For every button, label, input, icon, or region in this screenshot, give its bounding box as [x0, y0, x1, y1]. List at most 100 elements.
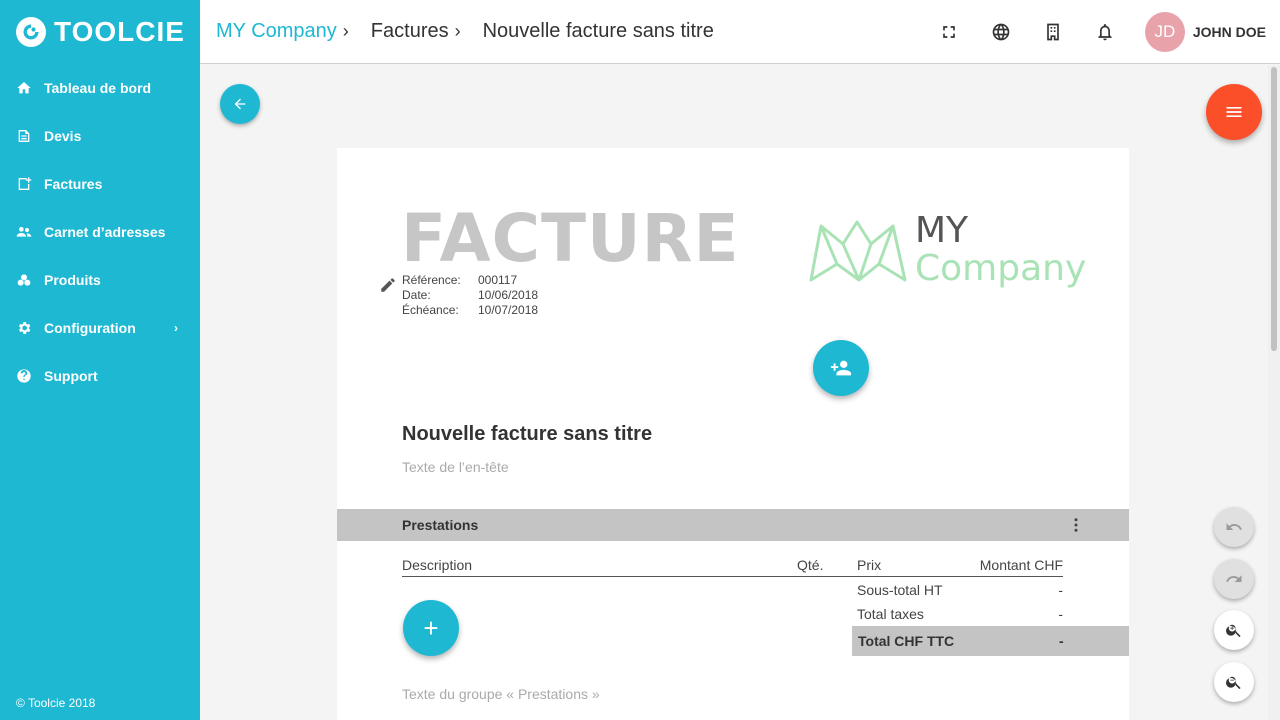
- breadcrumb-company[interactable]: MY Company ›: [216, 20, 349, 43]
- actions-menu-button[interactable]: [1206, 84, 1262, 140]
- sidebar-item-quotes[interactable]: Devis: [0, 112, 200, 160]
- section-title: Prestations: [402, 517, 479, 533]
- meta-label: Référence:: [402, 273, 461, 287]
- meta-label: Échéance:: [402, 303, 459, 317]
- zoom-in-icon: [1226, 624, 1241, 638]
- logo-text-line1: MY: [915, 210, 969, 251]
- meta-reference: Référence: 000117: [402, 273, 538, 288]
- fullscreen-icon: [943, 26, 955, 38]
- home-icon: [17, 82, 31, 94]
- company-logo[interactable]: MY Company: [807, 210, 1086, 290]
- contacts-icon: [16, 227, 32, 237]
- column-description: Description: [402, 557, 473, 573]
- logo-text-line2: Company: [915, 248, 1087, 289]
- meta-date: Date: 10/06/2018: [402, 288, 538, 303]
- header-text-input[interactable]: Texte de l’en-tête: [402, 459, 509, 475]
- group-text-input[interactable]: Texte du groupe « Prestations »: [402, 686, 600, 702]
- sidebar-item-label: Carnet d’adresses: [44, 224, 166, 240]
- redo-button[interactable]: [1214, 559, 1254, 599]
- sidebar-item-dashboard[interactable]: Tableau de bord: [0, 64, 200, 112]
- sidebar-item-label: Support: [44, 368, 98, 384]
- sidebar-item-label: Tableau de bord: [44, 80, 152, 96]
- chevron-right-icon: ›: [174, 321, 178, 335]
- sidebar-item-products[interactable]: Produits: [0, 256, 200, 304]
- undo-button[interactable]: [1214, 507, 1254, 547]
- quote-icon: [18, 130, 30, 142]
- total-row: Total CHF TTC -: [852, 626, 1129, 656]
- copyright: © Toolcie 2018: [16, 696, 96, 710]
- language-button[interactable]: [975, 0, 1027, 64]
- subtotal-row: Sous-total HT -: [857, 582, 1063, 598]
- section-options-button[interactable]: [1067, 516, 1085, 534]
- avatar: JD: [1144, 12, 1185, 52]
- total-value: -: [1059, 633, 1064, 649]
- sidebar-item-invoices[interactable]: Factures: [0, 160, 200, 208]
- plus-icon: +: [423, 612, 439, 643]
- sidebar-item-label: Factures: [44, 176, 103, 192]
- zoom-out-icon: [1226, 676, 1241, 690]
- back-button[interactable]: [220, 84, 260, 124]
- main-content: FACTURE Référence: 000117 Date: 10/06/20…: [200, 65, 1268, 720]
- invoice-title[interactable]: Nouvelle facture sans titre: [402, 423, 652, 446]
- breadcrumb-label: Factures: [370, 20, 449, 42]
- meta-value: 10/06/2018: [478, 288, 539, 302]
- breadcrumb-current: Nouvelle facture sans titre: [483, 20, 714, 43]
- redo-icon: [1226, 575, 1242, 582]
- add-client-button[interactable]: [813, 340, 869, 396]
- subtotal-value: -: [1058, 582, 1063, 598]
- meta-value: 000117: [478, 273, 518, 287]
- building-icon: [1047, 23, 1059, 41]
- sidebar-item-configuration[interactable]: Configuration ›: [0, 304, 200, 352]
- sidebar-item-support[interactable]: Support: [0, 352, 200, 400]
- breadcrumb-label: Nouvelle facture sans titre: [482, 20, 714, 42]
- section-header-prestations: Prestations: [337, 509, 1129, 541]
- breadcrumb-invoices[interactable]: Factures ›: [371, 20, 461, 43]
- globe-icon: [992, 23, 1010, 41]
- person-add-icon: [830, 360, 852, 376]
- sidebar-item-label: Devis: [44, 128, 82, 144]
- more-vert-icon: [1074, 518, 1078, 532]
- zoom-out-button[interactable]: [1214, 662, 1254, 702]
- meta-due-date: Échéance: 10/07/2018: [402, 303, 538, 318]
- sidebar-nav: Tableau de bord Devis Factures Carnet d’…: [0, 64, 200, 400]
- scrollbar-thumb[interactable]: [1271, 67, 1277, 351]
- gear-icon: [18, 322, 31, 334]
- subtotal-label: Sous-total HT: [857, 582, 943, 598]
- company-button[interactable]: [1027, 0, 1079, 64]
- notifications-button[interactable]: [1079, 0, 1131, 64]
- taxes-value: -: [1058, 606, 1063, 622]
- topbar-actions: JD JOHN DOE: [923, 0, 1280, 64]
- fullscreen-button[interactable]: [923, 0, 975, 64]
- brand[interactable]: TOOLCIE: [0, 0, 200, 64]
- breadcrumb-label: MY Company: [216, 20, 337, 42]
- invoice-document: FACTURE Référence: 000117 Date: 10/06/20…: [337, 148, 1129, 720]
- zoom-in-button[interactable]: [1214, 610, 1254, 650]
- invoice-heading: FACTURE: [401, 200, 740, 277]
- column-amount: Montant CHF: [979, 557, 1063, 573]
- brand-name: TOOLCIE: [54, 16, 185, 47]
- toolcie-logo-icon: [16, 17, 46, 47]
- arrow-left-icon: [234, 98, 246, 110]
- company-logo-mark-icon: [809, 220, 907, 282]
- column-price: Prix: [857, 557, 882, 573]
- menu-icon: [1226, 107, 1242, 117]
- topbar: MY Company › Factures › Nouvelle facture…: [200, 0, 1280, 64]
- chevron-right-icon: ›: [454, 21, 461, 41]
- scrollbar[interactable]: [1268, 65, 1280, 720]
- taxes-row: Total taxes -: [857, 606, 1063, 622]
- user-menu[interactable]: JD JOHN DOE: [1144, 12, 1266, 52]
- breadcrumb: MY Company › Factures › Nouvelle facture…: [200, 20, 736, 43]
- products-icon: [17, 274, 31, 286]
- help-icon: [17, 369, 31, 383]
- edit-meta-button[interactable]: [379, 276, 397, 294]
- add-line-item-button[interactable]: +: [403, 600, 459, 656]
- sidebar-item-address-book[interactable]: Carnet d’adresses: [0, 208, 200, 256]
- undo-icon: [1226, 523, 1242, 530]
- column-qty: Qté.: [797, 557, 824, 573]
- invoice-icon: [18, 177, 32, 190]
- bell-icon: [1098, 24, 1112, 41]
- total-label: Total CHF TTC: [858, 633, 955, 649]
- line-items-header: Description Qté. Prix Montant CHF: [402, 555, 1063, 577]
- invoice-meta[interactable]: Référence: 000117 Date: 10/06/2018 Échéa…: [402, 273, 538, 318]
- sidebar-item-label: Produits: [44, 272, 101, 288]
